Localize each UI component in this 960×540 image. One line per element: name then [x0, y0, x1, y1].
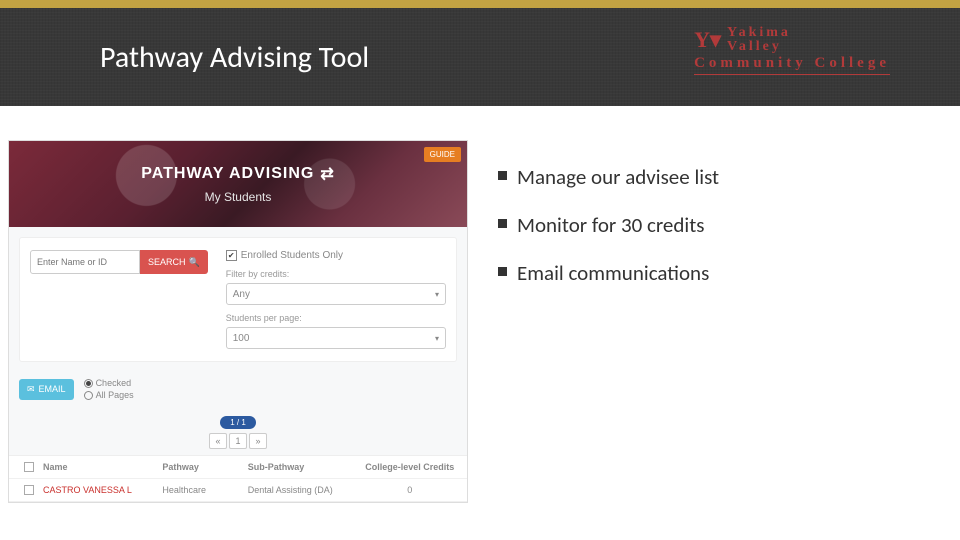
app-banner-subtitle: My Students: [205, 190, 272, 204]
cell-name[interactable]: CASTRO VANESSA L: [43, 485, 162, 495]
enrolled-label: Enrolled Students Only: [241, 250, 343, 261]
chevron-down-icon: ▾: [435, 290, 439, 299]
accent-bar: [0, 0, 960, 8]
per-page-label: Students per page:: [226, 313, 446, 323]
search-button[interactable]: SEARCH 🔍: [140, 250, 208, 274]
logo-line3: Community: [694, 55, 807, 71]
cell-credits: 0: [359, 485, 461, 495]
filter-panel: SEARCH 🔍 ✔ Enrolled Students Only Filter…: [19, 237, 457, 362]
enrolled-checkbox[interactable]: ✔: [226, 250, 237, 261]
email-button-label: EMAIL: [39, 384, 66, 394]
pager-next[interactable]: »: [249, 433, 267, 449]
per-page-value: 100: [233, 333, 250, 344]
row-checkbox[interactable]: [24, 485, 34, 495]
app-banner: GUIDE PATHWAY ADVISING ⇄ My Students: [9, 141, 467, 227]
page-indicator: 1 / 1: [220, 416, 256, 429]
col-credits: College-level Credits: [359, 462, 461, 472]
envelope-icon: ✉: [27, 384, 35, 395]
logo-line4: College: [815, 55, 890, 71]
header-bar: Pathway Advising Tool Y▾ Yakima Valley C…: [0, 8, 960, 106]
search-input[interactable]: [30, 250, 140, 274]
app-screenshot: GUIDE PATHWAY ADVISING ⇄ My Students SEA…: [8, 140, 468, 503]
bullet-text: Monitor for 30 credits: [517, 212, 704, 238]
students-table: Name Pathway Sub-Pathway College-level C…: [9, 455, 467, 502]
radio-checked[interactable]: [84, 379, 93, 388]
app-banner-title: PATHWAY ADVISING ⇄: [141, 164, 334, 184]
pager-prev[interactable]: «: [209, 433, 227, 449]
slide-title: Pathway Advising Tool: [100, 39, 369, 76]
list-item: Manage our advisee list: [498, 164, 719, 190]
logo-glyph: Y▾: [694, 29, 721, 51]
bullet-list: Manage our advisee list Monitor for 30 c…: [498, 140, 719, 503]
table-row: CASTRO VANESSA L Healthcare Dental Assis…: [9, 479, 467, 502]
shuffle-icon: ⇄: [320, 164, 334, 184]
radio-checked-label: Checked: [96, 378, 132, 388]
college-logo: Y▾ Yakima Valley Community College: [694, 26, 890, 75]
header-checkbox[interactable]: [24, 462, 34, 472]
filter-credits-label: Filter by credits:: [226, 269, 446, 279]
guide-button[interactable]: GUIDE: [424, 147, 461, 162]
filter-credits-value: Any: [233, 289, 250, 300]
search-icon: 🔍: [189, 257, 200, 268]
bullet-text: Manage our advisee list: [517, 164, 719, 190]
radio-all-pages[interactable]: [84, 391, 93, 400]
bullet-icon: [498, 267, 507, 276]
chevron-down-icon: ▾: [435, 334, 439, 343]
bullet-icon: [498, 171, 507, 180]
logo-line1: Yakima: [727, 26, 791, 40]
pagination: 1 / 1 « 1 »: [9, 410, 467, 455]
email-button[interactable]: ✉ EMAIL: [19, 379, 74, 400]
cell-pathway: Healthcare: [162, 485, 247, 495]
per-page-select[interactable]: 100 ▾: [226, 327, 446, 349]
list-item: Monitor for 30 credits: [498, 212, 719, 238]
pager-page-1[interactable]: 1: [229, 433, 247, 449]
bullet-text: Email communications: [517, 260, 709, 286]
bullet-icon: [498, 219, 507, 228]
radio-all-label: All Pages: [96, 390, 134, 400]
col-name: Name: [43, 462, 162, 472]
search-button-label: SEARCH: [148, 257, 186, 267]
logo-underline: [694, 74, 890, 75]
logo-line2: Valley: [727, 40, 791, 54]
list-item: Email communications: [498, 260, 719, 286]
cell-subpathway: Dental Assisting (DA): [248, 485, 359, 495]
col-pathway: Pathway: [162, 462, 247, 472]
col-subpathway: Sub-Pathway: [248, 462, 359, 472]
filter-credits-select[interactable]: Any ▾: [226, 283, 446, 305]
banner-title-text: PATHWAY ADVISING: [141, 165, 314, 183]
